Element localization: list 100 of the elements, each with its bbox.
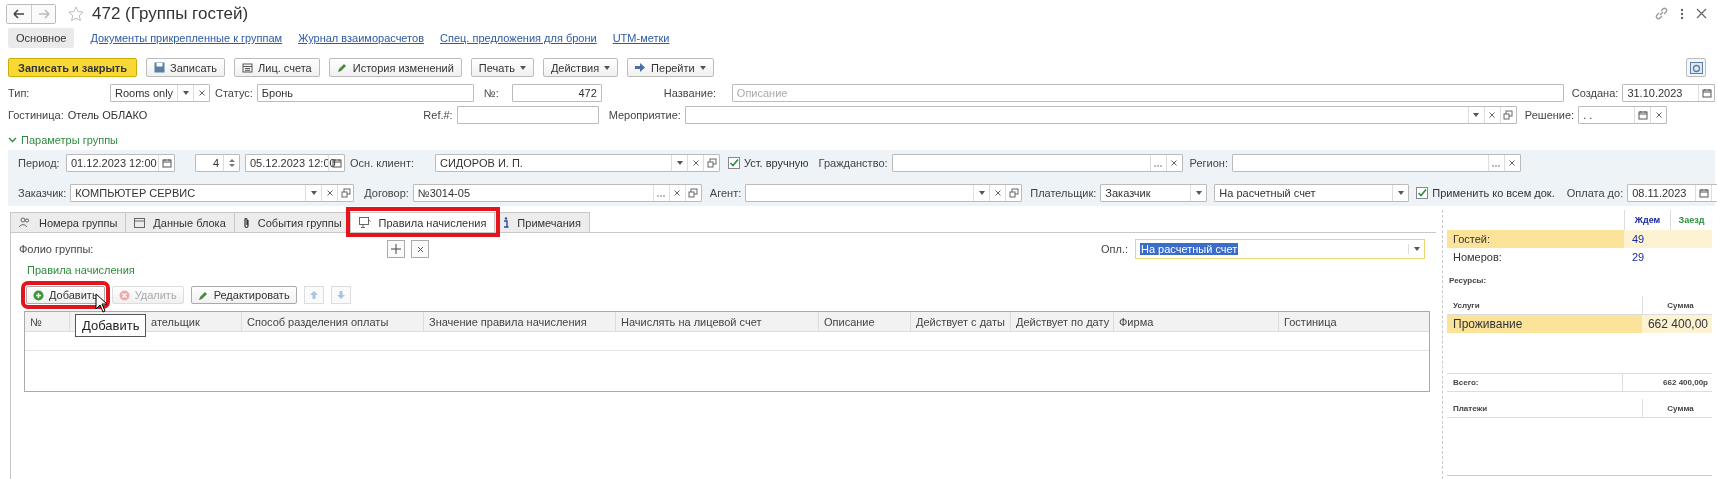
field-label: Договор:	[364, 187, 410, 199]
section-label: Ресурсы:	[1449, 276, 1488, 286]
window-title: 472 (Группы гостей)	[92, 3, 249, 24]
column-header[interactable]: Действует с даты	[911, 312, 1011, 331]
open-window-icon[interactable]	[703, 155, 719, 171]
edit-button[interactable]: Редактировать	[190, 286, 297, 304]
calendar-icon[interactable]	[1698, 85, 1715, 101]
input-field[interactable]: На расчетный счет	[1214, 184, 1410, 202]
calendar-icon[interactable]	[158, 155, 174, 171]
people-icon	[19, 217, 31, 228]
star-icon[interactable]	[68, 5, 84, 22]
toolbar-button[interactable]: Печать	[470, 58, 534, 77]
input-field[interactable]: 08.11.2023	[1627, 184, 1717, 202]
field-label: Ref.#:	[423, 109, 454, 121]
input-field[interactable]	[1231, 154, 1521, 172]
input-field[interactable]: 4	[195, 154, 240, 172]
info-icon	[503, 217, 510, 228]
column-header[interactable]: Фирма	[1114, 312, 1279, 331]
toolbar-button[interactable]: Записать	[146, 58, 226, 77]
column-header[interactable]: ательщик	[146, 312, 242, 331]
column-header[interactable]: Способ разделения оплаты	[242, 312, 424, 331]
field-label: Регион:	[1189, 157, 1229, 169]
field-label: Статус:	[215, 87, 254, 99]
input-field[interactable]: 472	[511, 84, 602, 102]
column-header[interactable]: Описание	[819, 312, 911, 331]
summary-label[interactable]: Номеров:	[1447, 248, 1624, 266]
nav-link[interactable]: Журнал взаиморасчетов	[298, 28, 424, 48]
clear-button[interactable]	[411, 240, 429, 258]
toolbar-button[interactable]: История изменений	[328, 58, 462, 77]
input-field[interactable]	[684, 106, 1517, 124]
nav-link[interactable]: Документы прикрепленные к группам	[90, 28, 283, 48]
column-header[interactable]: Действует по дату	[1011, 312, 1114, 331]
summary-label[interactable]: Гостей:	[1447, 230, 1624, 248]
field-label: Фолио группы:	[19, 243, 95, 255]
settings-button[interactable]	[1686, 58, 1706, 77]
field-label: Оплата до:	[1566, 187, 1625, 199]
tab[interactable]: Примечания	[495, 212, 590, 232]
pencil-icon	[197, 289, 209, 301]
input-field[interactable]: Заказчик	[1100, 184, 1208, 202]
calendar-icon[interactable]	[1634, 107, 1651, 123]
nav-link[interactable]: UTM-метки	[612, 28, 670, 48]
link-icon[interactable]	[1655, 7, 1668, 20]
input-field[interactable]: СИДОРОВ И. П.	[435, 154, 720, 172]
input-field[interactable]: №3014-05	[412, 184, 702, 202]
calendar-icon[interactable]	[1695, 185, 1712, 201]
tab[interactable]: Данные блока	[126, 212, 235, 232]
add-button[interactable]	[387, 240, 405, 258]
column-header[interactable]: Гостиница	[1279, 312, 1429, 331]
input-field[interactable]	[745, 184, 1023, 202]
back-button[interactable]	[7, 4, 31, 23]
total-value: 662 400,00р	[1622, 374, 1712, 391]
toolbar-button[interactable]: Действия	[542, 58, 619, 77]
column-header[interactable]: №	[25, 312, 70, 331]
checkbox-label: Применить ко всем док.	[1432, 187, 1555, 199]
window-icon	[134, 217, 146, 228]
column-header[interactable]: Начислять на лицевой счет	[616, 312, 819, 331]
summary-value: 29	[1631, 250, 1646, 265]
open-window-icon[interactable]	[1499, 107, 1516, 123]
checkbox[interactable]	[1416, 187, 1429, 199]
toolbar-button[interactable]: Лиц. счета	[234, 58, 320, 77]
input-field[interactable]: 31.10.2023	[1622, 84, 1716, 102]
input-field[interactable]: Бронь	[256, 84, 474, 102]
input-field[interactable]: Описание	[731, 84, 1564, 102]
open-window-icon[interactable]	[337, 185, 354, 201]
caret-icon	[699, 65, 706, 70]
input-field[interactable]: На расчетный счет	[1135, 239, 1425, 259]
open-window-icon[interactable]	[684, 185, 701, 201]
section-title[interactable]: Параметры группы	[21, 134, 119, 146]
input-field[interactable]	[456, 106, 599, 124]
toolbar-button[interactable]: Перейти	[627, 58, 714, 77]
input-field[interactable]: Rooms only	[110, 84, 210, 102]
column-header[interactable]: Значение правила начисления	[424, 312, 616, 331]
input-field[interactable]: КОМПЬЮТЕР СЕРВИС	[70, 184, 355, 202]
close-icon[interactable]	[1696, 8, 1707, 19]
field-label: Период:	[18, 157, 61, 169]
field-label: Решение:	[1524, 109, 1576, 121]
table-cell[interactable]: Проживание	[1447, 315, 1642, 333]
input-field[interactable]: 01.12.2023 12:00	[66, 154, 175, 172]
field-label: Создана:	[1571, 87, 1620, 99]
nav-link[interactable]: Спец. предложения для брони	[440, 28, 597, 48]
input-field[interactable]: . .	[1578, 106, 1668, 124]
field-label: Агент:	[709, 187, 743, 199]
delete-circle-icon	[118, 289, 130, 301]
table-cell: 662 400,00	[1642, 315, 1712, 333]
field-label: Гражданство:	[818, 157, 889, 169]
column-header: Платежи	[1447, 399, 1642, 418]
field-label: Мероприятие:	[608, 109, 682, 121]
more-icon[interactable]	[1680, 7, 1684, 20]
caret-icon	[519, 65, 526, 70]
tab[interactable]: Номера группы	[10, 212, 127, 232]
tab[interactable]: События группы	[234, 212, 351, 232]
section-title: Правила начисления	[27, 264, 136, 276]
checkbox[interactable]	[728, 157, 740, 169]
arrow-right-icon	[37, 8, 50, 19]
chevron-icon[interactable]	[8, 137, 17, 143]
toolbar-button[interactable]: Записать и закрыть	[8, 58, 138, 77]
open-window-icon[interactable]	[1005, 185, 1022, 201]
hotel-name: Отель ОБЛАКО	[67, 109, 148, 121]
nav-tab[interactable]: Основное	[8, 28, 75, 48]
input-field[interactable]	[891, 154, 1183, 172]
